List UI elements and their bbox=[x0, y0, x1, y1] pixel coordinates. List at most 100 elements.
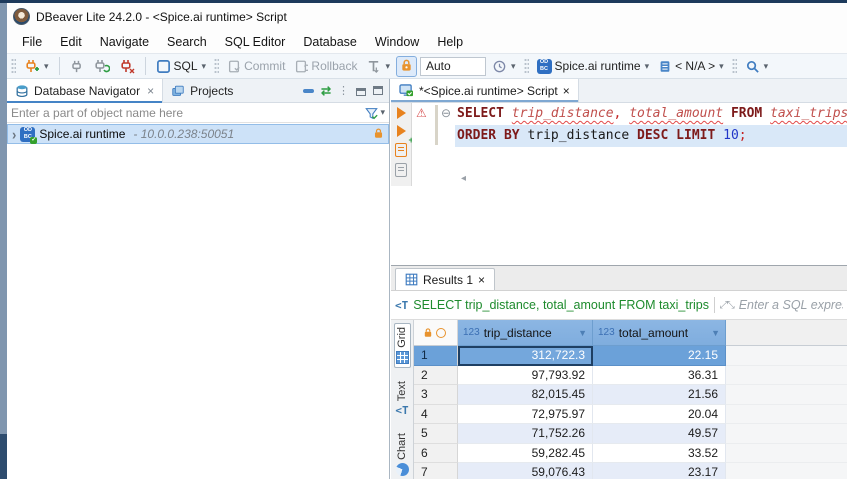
transaction-log-button[interactable]: ▾ bbox=[363, 57, 393, 76]
sql-expression-placeholder[interactable]: Enter a SQL expression to bbox=[739, 298, 843, 312]
minimize-view-icon[interactable] bbox=[356, 88, 366, 96]
sql-line-1[interactable]: SELECT trip_distance, total_amount FROM … bbox=[455, 103, 847, 125]
reconnect-button[interactable] bbox=[91, 56, 113, 76]
row-number[interactable]: 7 bbox=[414, 463, 458, 479]
table-row[interactable]: 2 97,793.92 36.31 bbox=[414, 366, 847, 386]
new-sql-editor-button[interactable]: SQL ▾ bbox=[153, 57, 210, 76]
active-connection-selector[interactable]: ODBC Spice.ai runtime ▾ bbox=[534, 57, 653, 76]
cell-trip-distance[interactable]: 59,282.45 bbox=[458, 444, 593, 464]
menu-sql-editor[interactable]: SQL Editor bbox=[216, 32, 295, 52]
menu-edit[interactable]: Edit bbox=[51, 32, 91, 52]
table-row[interactable]: 1 312,722.3 22.15 bbox=[414, 346, 847, 366]
table-row[interactable]: 7 59,076.43 23.17 bbox=[414, 463, 847, 479]
new-connection-button[interactable]: ▾ bbox=[21, 56, 52, 76]
sort-desc-icon[interactable]: ▼ bbox=[578, 328, 587, 338]
commit-button[interactable]: Commit bbox=[224, 57, 288, 76]
table-row[interactable]: 5 71,752.26 49.57 bbox=[414, 424, 847, 444]
row-number[interactable]: 6 bbox=[414, 444, 458, 464]
column-header-total-amount[interactable]: 123 total_amount ▼ bbox=[593, 320, 726, 346]
row-number[interactable]: 5 bbox=[414, 424, 458, 444]
menu-help[interactable]: Help bbox=[428, 32, 472, 52]
chevron-down-icon[interactable]: ▾ bbox=[764, 61, 769, 72]
menu-bar: File Edit Navigate Search SQL Editor Dat… bbox=[7, 30, 847, 53]
execute-script-button[interactable] bbox=[395, 143, 407, 157]
tab-label: Projects bbox=[190, 84, 233, 98]
chevron-down-icon[interactable]: ▾ bbox=[380, 107, 385, 118]
chevron-down-icon[interactable]: ▾ bbox=[645, 61, 650, 72]
tree-expander-icon[interactable]: › bbox=[12, 126, 16, 143]
close-icon[interactable]: × bbox=[478, 273, 485, 287]
cell-total-amount[interactable]: 22.15 bbox=[593, 346, 726, 366]
cell-total-amount[interactable]: 33.52 bbox=[593, 444, 726, 464]
cell-total-amount[interactable]: 23.17 bbox=[593, 463, 726, 479]
active-schema-selector[interactable]: < N/A > ▾ bbox=[655, 57, 727, 76]
view-tab-chart[interactable]: Chart bbox=[395, 430, 410, 479]
cell-trip-distance[interactable]: 312,722.3 bbox=[458, 346, 593, 366]
cell-trip-distance[interactable]: 59,076.43 bbox=[458, 463, 593, 479]
cell-total-amount[interactable]: 21.56 bbox=[593, 385, 726, 405]
link-with-editor-icon[interactable]: ⇄ bbox=[321, 84, 331, 98]
tab-projects[interactable]: Projects bbox=[163, 79, 241, 103]
search-button[interactable]: ▾ bbox=[742, 57, 772, 76]
connect-button[interactable] bbox=[67, 57, 88, 76]
row-number[interactable]: 1 bbox=[414, 346, 458, 366]
execute-statement-button[interactable] bbox=[397, 107, 406, 119]
row-number[interactable]: 3 bbox=[414, 385, 458, 405]
close-icon[interactable]: × bbox=[147, 84, 154, 98]
fold-collapse-icon[interactable]: ⊖ bbox=[441, 106, 451, 120]
chevron-down-icon[interactable]: ▾ bbox=[44, 61, 49, 72]
menu-file[interactable]: File bbox=[13, 32, 51, 52]
sort-desc-icon[interactable]: ▼ bbox=[711, 328, 720, 338]
close-icon[interactable]: × bbox=[563, 84, 570, 98]
cell-total-amount[interactable]: 36.31 bbox=[593, 366, 726, 386]
cell-trip-distance[interactable]: 97,793.92 bbox=[458, 366, 593, 386]
disconnect-button[interactable] bbox=[116, 56, 138, 76]
tab-database-navigator[interactable]: Database Navigator × bbox=[7, 79, 163, 103]
menu-database[interactable]: Database bbox=[294, 32, 366, 52]
object-filter-input[interactable] bbox=[11, 106, 364, 120]
commit-mode-combo[interactable] bbox=[420, 57, 486, 76]
cell-total-amount[interactable]: 20.04 bbox=[593, 405, 726, 425]
cell-trip-distance[interactable]: 82,015.45 bbox=[458, 385, 593, 405]
sql-editor-area[interactable]: + ⚠ ⊖ SELECT trip_distance, total_amount… bbox=[391, 103, 847, 186]
chevron-down-icon[interactable]: ▾ bbox=[511, 61, 516, 72]
view-menu-icon[interactable]: ⋮ bbox=[338, 84, 349, 97]
cell-total-amount[interactable]: 49.57 bbox=[593, 424, 726, 444]
menu-navigate[interactable]: Navigate bbox=[91, 32, 158, 52]
row-number[interactable]: 4 bbox=[414, 405, 458, 425]
expand-panel-icon[interactable]: ⤢⤡ bbox=[720, 300, 734, 311]
tab-sql-script[interactable]: *<Spice.ai runtime> Script × bbox=[391, 79, 579, 102]
tab-label: Results 1 bbox=[423, 273, 473, 287]
maximize-view-icon[interactable] bbox=[373, 86, 383, 95]
cell-trip-distance[interactable]: 72,975.97 bbox=[458, 405, 593, 425]
connection-address: - 10.0.0.238:50051 bbox=[133, 127, 234, 141]
table-row[interactable]: 3 82,015.45 21.56 bbox=[414, 385, 847, 405]
menu-window[interactable]: Window bbox=[366, 32, 428, 52]
tree-item-connection[interactable]: › ODBC✓ Spice.ai runtime - 10.0.0.238:50… bbox=[7, 124, 389, 144]
scroll-left-icon[interactable]: ◂ bbox=[461, 173, 466, 184]
transaction-history-button[interactable]: ▾ bbox=[489, 57, 519, 76]
table-row[interactable]: 6 59,282.45 33.52 bbox=[414, 444, 847, 464]
view-tab-grid[interactable]: Grid bbox=[394, 323, 411, 368]
table-corner-cell[interactable] bbox=[414, 320, 458, 346]
navigator-tab-bar: Database Navigator × Projects ⇄ ⋮ bbox=[7, 79, 389, 103]
chevron-down-icon[interactable]: ▾ bbox=[202, 61, 207, 72]
execute-new-tab-button[interactable]: + bbox=[397, 125, 406, 137]
tab-results-1[interactable]: Results 1 × bbox=[395, 268, 495, 290]
column-header-trip-distance[interactable]: 123 trip_distance ▼ bbox=[458, 320, 593, 346]
rollback-button[interactable]: Rollback bbox=[291, 57, 360, 76]
cell-trip-distance[interactable]: 71,752.26 bbox=[458, 424, 593, 444]
autocommit-lock-toggle[interactable] bbox=[396, 56, 417, 77]
view-tab-text[interactable]: Text <T bbox=[394, 378, 409, 420]
menu-search[interactable]: Search bbox=[158, 32, 216, 52]
sql-line-2[interactable]: ORDER BY trip_distance DESC LIMIT 10; bbox=[455, 125, 847, 147]
script-management-button[interactable] bbox=[395, 163, 407, 177]
filter-funnel-icon[interactable] bbox=[364, 106, 379, 120]
table-row[interactable]: 4 72,975.97 20.04 bbox=[414, 405, 847, 425]
row-number[interactable]: 2 bbox=[414, 366, 458, 386]
editor-horizontal-scrollbar[interactable]: ◂ bbox=[461, 173, 843, 184]
sql-punct: ; bbox=[739, 128, 747, 143]
chevron-down-icon[interactable]: ▾ bbox=[719, 61, 724, 72]
chevron-down-icon[interactable]: ▾ bbox=[385, 61, 390, 72]
collapse-all-icon[interactable] bbox=[303, 89, 314, 93]
